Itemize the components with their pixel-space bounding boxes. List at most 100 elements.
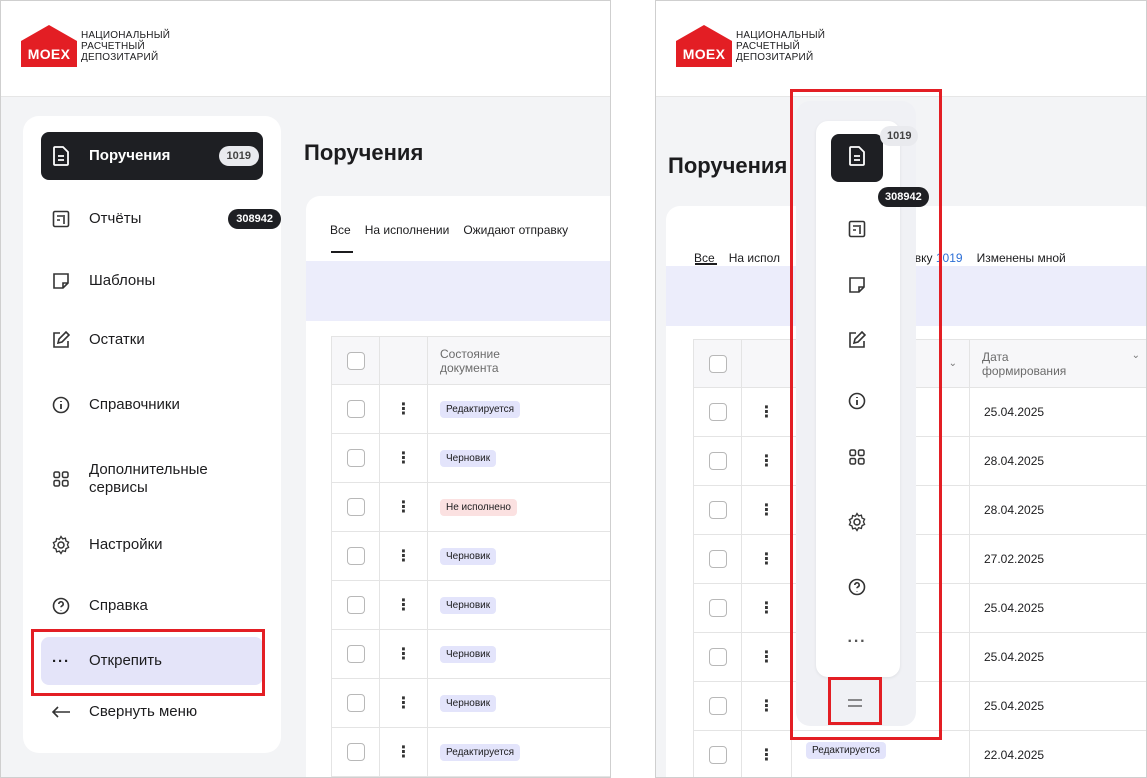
- table-header: ⌄ ⌄ Дата формирования: [693, 339, 1146, 388]
- sidebar: Поручения 1019 Отчёты 308942 Шаблоны Ост…: [23, 116, 281, 753]
- row-menu-icon[interactable]: ⋮: [741, 387, 792, 437]
- arrow-left-icon: [47, 698, 75, 726]
- row-menu-icon[interactable]: ⋮: [741, 583, 792, 633]
- table-row: ⋮ 27.02.2025: [693, 534, 1146, 584]
- gear-icon: [47, 531, 75, 559]
- rail-item-orders[interactable]: [831, 134, 883, 182]
- top-bar: MOEX НАЦИОНАЛЬНЫЙ РАСЧЕТНЫЙ ДЕПОЗИТАРИЙ: [1, 1, 610, 97]
- row-checkbox[interactable]: [346, 743, 365, 761]
- chevron-down-icon[interactable]: ⌄: [1132, 350, 1140, 361]
- row-menu-icon[interactable]: ⋮: [379, 580, 428, 630]
- rail-item-balances[interactable]: [831, 318, 883, 366]
- table-row: ⋮ 28.04.2025: [693, 485, 1146, 535]
- sidebar-item-help[interactable]: Справка: [41, 582, 263, 630]
- table-row: ⋮ Черновик: [331, 531, 610, 581]
- orders-card: Все На исполнении Ожидают отправку ⌄Сост…: [306, 196, 611, 777]
- select-all-checkbox[interactable]: [346, 351, 365, 370]
- sidebar-item-orders[interactable]: Поручения 1019: [41, 132, 263, 180]
- info-icon: [47, 391, 75, 419]
- sidebar-item-settings[interactable]: Настройки: [41, 521, 263, 569]
- row-checkbox[interactable]: [708, 550, 727, 568]
- sidebar-item-reports[interactable]: Отчёты 308942: [41, 195, 281, 243]
- logo-text: НАЦИОНАЛЬНЫЙ РАСЧЕТНЫЙ ДЕПОЗИТАРИЙ: [81, 29, 171, 63]
- edit-icon: [47, 326, 75, 354]
- row-menu-icon[interactable]: ⋮: [379, 629, 428, 679]
- row-checkbox[interactable]: [708, 648, 727, 666]
- sidebar-item-directories[interactable]: Справочники: [41, 381, 263, 429]
- help-icon: [848, 578, 866, 601]
- row-menu-icon[interactable]: ⋮: [741, 681, 792, 731]
- unpin-menu-button[interactable]: ··· Открепить: [41, 637, 263, 685]
- row-menu-icon[interactable]: ⋮: [379, 678, 428, 728]
- report-icon: [47, 205, 75, 233]
- sidebar-item-templates[interactable]: Шаблоны: [41, 257, 263, 305]
- rail-item-help[interactable]: [831, 565, 883, 613]
- report-icon: [848, 220, 866, 243]
- row-menu-icon[interactable]: ⋮: [379, 727, 428, 777]
- row-menu-icon[interactable]: ⋮: [741, 534, 792, 584]
- grid-icon: [47, 465, 75, 493]
- tab-in-progress[interactable]: На испол: [729, 251, 780, 265]
- tab-all[interactable]: Все: [330, 223, 351, 237]
- reports-count-badge: 308942: [878, 187, 929, 207]
- template-icon: [47, 267, 75, 295]
- chevron-down-icon[interactable]: ⌄: [949, 358, 957, 369]
- tab-in-progress[interactable]: На исполнении: [365, 223, 450, 237]
- status-badge: Редактируется: [806, 742, 887, 759]
- row-checkbox[interactable]: [708, 403, 727, 421]
- grid-icon: [848, 448, 866, 471]
- row-checkbox[interactable]: [346, 498, 365, 516]
- row-menu-icon[interactable]: ⋮: [741, 632, 792, 682]
- document-icon: [848, 145, 866, 171]
- info-icon: [848, 392, 866, 415]
- row-checkbox[interactable]: [708, 746, 727, 764]
- template-icon: [848, 276, 866, 299]
- row-checkbox[interactable]: [346, 694, 365, 712]
- document-icon: [47, 142, 75, 170]
- row-checkbox[interactable]: [708, 599, 727, 617]
- table-row: ⋮ Не исполнено: [331, 482, 610, 532]
- row-checkbox[interactable]: [708, 697, 727, 715]
- reports-count-badge: 308942: [228, 209, 281, 229]
- collapse-menu-button[interactable]: Свернуть меню: [41, 688, 263, 736]
- row-checkbox[interactable]: [346, 449, 365, 467]
- page-title: Поручения: [304, 140, 424, 165]
- row-menu-icon[interactable]: ⋮: [379, 433, 428, 483]
- rail-item-templates[interactable]: [831, 263, 883, 311]
- sidebar-item-balances[interactable]: Остатки: [41, 316, 263, 364]
- row-menu-icon[interactable]: ⋮: [379, 531, 428, 581]
- rail-item-extra-services[interactable]: [831, 435, 883, 483]
- rail-item-directories[interactable]: [831, 379, 883, 427]
- top-bar: MOEX НАЦИОНАЛЬНЫЙ РАСЧЕТНЫЙ ДЕПОЗИТАРИЙ: [656, 1, 1146, 97]
- row-menu-icon[interactable]: ⋮: [741, 730, 792, 777]
- more-icon: ···: [847, 633, 867, 650]
- row-checkbox[interactable]: [346, 596, 365, 614]
- table-row: ⋮ 28.04.2025: [693, 436, 1146, 486]
- active-tab-underline: [695, 263, 717, 265]
- pin-menu-button[interactable]: [832, 682, 878, 724]
- row-menu-icon[interactable]: ⋮: [741, 485, 792, 535]
- table-row: ⋮ 25.04.2025: [693, 632, 1146, 682]
- menu-lines-icon: [847, 694, 863, 712]
- select-all-checkbox[interactable]: [708, 354, 727, 373]
- logo: MOEX НАЦИОНАЛЬНЫЙ РАСЧЕТНЫЙ ДЕПОЗИТАРИЙ: [676, 25, 825, 67]
- orders-count-badge: 1019: [880, 126, 919, 146]
- chevron-down-icon[interactable]: ⌄: [610, 347, 611, 358]
- row-menu-icon[interactable]: ⋮: [379, 482, 428, 532]
- row-checkbox[interactable]: [346, 400, 365, 418]
- row-checkbox[interactable]: [346, 547, 365, 565]
- row-checkbox[interactable]: [708, 501, 727, 519]
- tab-changed-by-me[interactable]: Изменены мной: [977, 251, 1066, 265]
- orders-count-badge: 1019: [218, 146, 259, 166]
- tab-awaiting[interactable]: Ожидают отправку: [463, 223, 568, 237]
- row-checkbox[interactable]: [708, 452, 727, 470]
- orders-table: ⌄Состояние документа ⋮Редактируется ⋮Чер…: [331, 336, 611, 777]
- sidebar-item-extra-services[interactable]: Дополнительные сервисы: [41, 451, 263, 507]
- rail-item-settings[interactable]: [831, 500, 883, 548]
- active-tab-underline: [331, 251, 353, 253]
- rail-item-more[interactable]: ···: [831, 618, 883, 666]
- row-menu-icon[interactable]: ⋮: [379, 384, 428, 434]
- row-menu-icon[interactable]: ⋮: [741, 436, 792, 486]
- row-checkbox[interactable]: [346, 645, 365, 663]
- rail-item-reports[interactable]: [831, 207, 883, 255]
